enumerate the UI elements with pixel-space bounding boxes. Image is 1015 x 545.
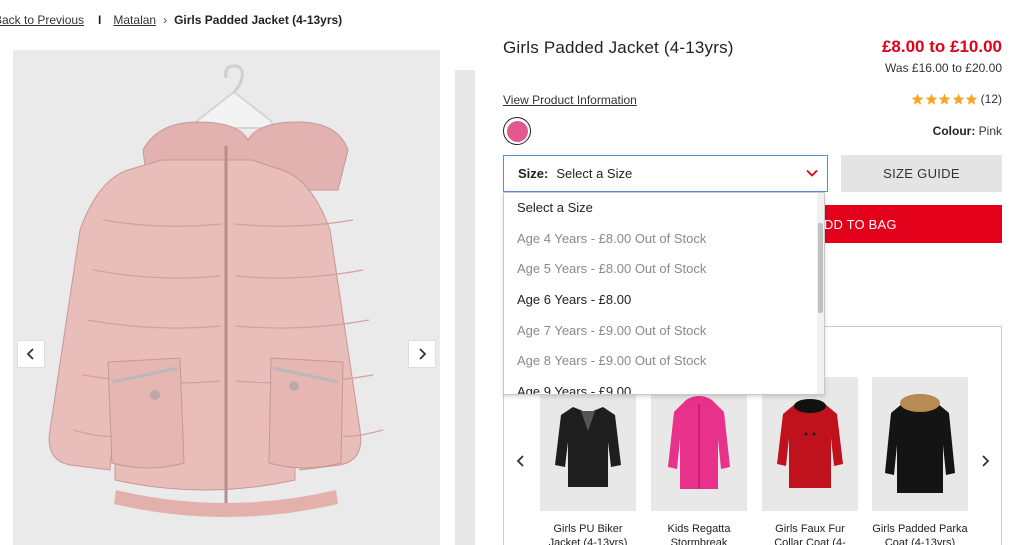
swatch-color — [506, 120, 528, 142]
next-image-peek — [455, 70, 475, 545]
size-option[interactable]: Age 5 Years - £8.00 Out of Stock — [504, 254, 824, 285]
gallery-prev-button[interactable] — [17, 340, 45, 368]
recommendation-card[interactable]: Girls Padded Parka Coat (4-13yrs) — [872, 377, 968, 545]
size-dropdown-list[interactable]: Select a Size Age 4 Years - £8.00 Out of… — [503, 192, 825, 395]
breadcrumb: Back to Previous I Matalan › Girls Padde… — [0, 13, 342, 27]
recommendation-name: Girls Faux Fur Collar Coat (4- — [774, 523, 846, 545]
red-coat-image — [762, 377, 858, 511]
dropdown-scrollbar[interactable] — [817, 193, 824, 394]
pink-padded-jacket-image — [48, 64, 384, 517]
biker-jacket-image — [540, 377, 636, 511]
breadcrumb-separator: I — [98, 13, 102, 27]
size-option[interactable]: Select a Size — [504, 193, 824, 224]
size-guide-button[interactable]: SIZE GUIDE — [841, 155, 1002, 192]
rating-count: (12) — [980, 92, 1002, 106]
size-label: Size: — [518, 166, 549, 181]
chevron-right-icon: › — [163, 13, 168, 27]
star-rating — [911, 93, 979, 106]
recommendation-card[interactable]: Girls Faux Fur Collar Coat (4- — [762, 377, 858, 545]
chevron-left-icon — [26, 348, 34, 360]
size-option[interactable]: Age 8 Years - £9.00 Out of Stock — [504, 346, 824, 377]
scrollbar-thumb[interactable] — [818, 223, 823, 313]
size-option[interactable]: Age 6 Years - £8.00 — [504, 285, 824, 316]
product-rating[interactable]: (12) — [911, 92, 1002, 106]
was-price: Was £16.00 to £20.00 — [885, 61, 1002, 75]
product-title: Girls Padded Jacket (4-13yrs) — [503, 38, 734, 57]
star-icon — [925, 93, 938, 105]
carousel-prev-button[interactable] — [511, 451, 531, 471]
product-image[interactable] — [13, 50, 440, 545]
carousel-next-button[interactable] — [975, 451, 995, 471]
recommendation-name: Kids Regatta Stormbreak — [667, 523, 731, 545]
size-option[interactable]: Age 7 Years - £9.00 Out of Stock — [504, 316, 824, 347]
star-icon — [952, 93, 965, 105]
product-price: £8.00 to £10.00 — [881, 37, 1002, 56]
star-icon — [911, 93, 924, 105]
gallery-next-button[interactable] — [408, 340, 436, 368]
colour-label: Colour: — [932, 124, 976, 138]
size-select[interactable]: Size: Select a Size — [503, 155, 828, 192]
size-option[interactable]: Age 4 Years - £8.00 Out of Stock — [504, 224, 824, 255]
colour-value: Pink — [978, 124, 1002, 138]
chevron-down-icon — [806, 169, 818, 177]
recommendation-card[interactable]: Kids Regatta Stormbreak — [651, 377, 747, 545]
recommendation-name: Girls Padded Parka Coat (4-13yrs) — [872, 523, 968, 545]
star-icon — [938, 93, 951, 105]
size-option[interactable]: Age 9 Years - £9.00 — [504, 377, 824, 394]
colour-swatch-pink[interactable] — [503, 117, 531, 145]
recommendation-card[interactable]: Girls PU Biker Jacket (4-13yrs) — [540, 377, 636, 545]
breadcrumb-current: Girls Padded Jacket (4-13yrs) — [174, 13, 343, 27]
chevron-right-icon — [982, 455, 990, 467]
chevron-right-icon — [419, 348, 427, 360]
raincoat-image — [651, 377, 747, 511]
recommendation-name: Girls PU Biker Jacket (4-13yrs) — [548, 523, 628, 545]
breadcrumb-brand-link[interactable]: Matalan — [113, 13, 156, 27]
size-selected-value: Select a Size — [556, 166, 633, 181]
back-to-previous-link[interactable]: Back to Previous — [0, 13, 84, 27]
view-product-information-link[interactable]: View Product Information — [503, 93, 637, 107]
star-icon — [965, 93, 978, 105]
parka-image — [872, 377, 968, 511]
colour-info: Colour: Pink — [933, 124, 1002, 138]
chevron-left-icon — [516, 455, 524, 467]
